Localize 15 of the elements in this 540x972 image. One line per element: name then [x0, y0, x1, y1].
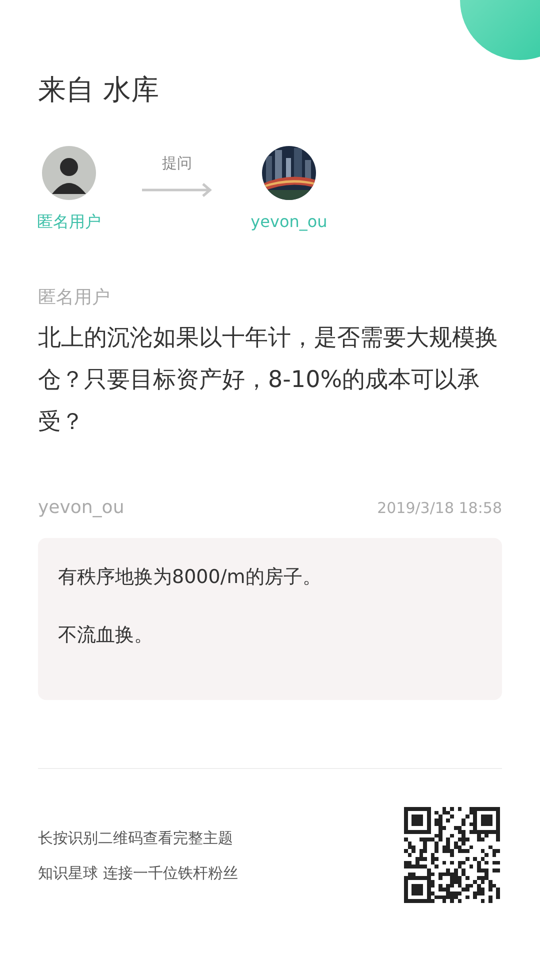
arrow-icon: [141, 183, 213, 197]
answer-text: 有秩序地换为8000/m的房子。: [58, 565, 322, 590]
qr-code-icon: [404, 807, 500, 903]
answer-text: 不流血换。: [58, 623, 154, 648]
footer-text: 知识星球 连接一千位铁杆粉丝: [38, 864, 238, 883]
answer-author: yevon_ou: [38, 497, 124, 518]
answerer-name: yevon_ou: [250, 212, 328, 231]
question-text: 北上的沉沦如果以十年计，是否需要大规模换仓？只要目标资产好，8-10%的成本可以承受？: [38, 324, 499, 437]
avatar-icon: [42, 146, 96, 200]
page-title: 来自 水库: [38, 72, 159, 108]
asker-name: 匿名用户: [37, 212, 101, 233]
answer-time: 2019/3/18 18:58: [377, 499, 502, 517]
footer-text: 长按识别二维码查看完整主题: [38, 829, 234, 848]
action-label: 提问: [162, 154, 192, 173]
question-author: 匿名用户: [38, 286, 111, 309]
